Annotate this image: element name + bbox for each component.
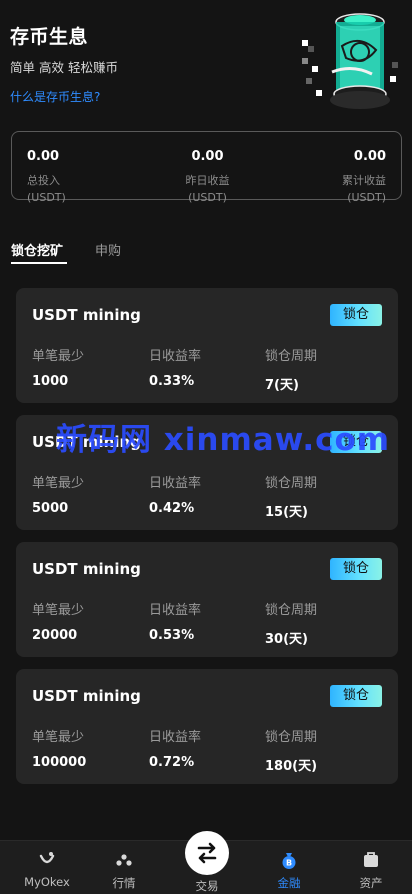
product-title: USDT mining [32, 306, 141, 324]
page-title: 存币生息 [10, 26, 89, 48]
metric-label: 锁仓周期 [265, 349, 318, 364]
help-link[interactable]: 什么是存币生息? [10, 88, 100, 105]
nav-item-finance[interactable]: B 金融 [248, 841, 330, 894]
min-amount: 单笔最少 20000 [32, 599, 84, 643]
metric-label: 锁仓周期 [265, 603, 318, 618]
page-subtitle: 简单 高效 轻松赚币 [10, 60, 118, 75]
product-card[interactable]: USDT mining 锁仓 单笔最少 100000 日收益率 0.72% 锁仓… [16, 669, 398, 784]
nav-label: 金融 [277, 876, 301, 890]
daily-rate: 日收益率 0.33% [149, 345, 201, 389]
min-amount: 单笔最少 5000 [32, 472, 84, 516]
daily-rate: 日收益率 0.53% [149, 599, 201, 643]
lock-period: 锁仓周期 30(天) [265, 599, 317, 647]
metric-label: 日收益率 [149, 730, 202, 745]
daily-rate: 日收益率 0.42% [149, 472, 201, 516]
tab-subscribe[interactable]: 申购 [95, 240, 121, 259]
nav-label: MyOkex [24, 875, 70, 889]
metric-value: 0.53% [149, 628, 195, 643]
metric-value: 0.33% [149, 374, 195, 389]
bottom-nav: MyOkex 行情 交易 B 金融 资产 [0, 831, 412, 894]
earnings-summary-card: 0.00 总投入 (USDT) 0.00 昨日收益 (USDT) 0.00 累计… [11, 131, 402, 204]
metric-label: 锁仓周期 [265, 476, 318, 491]
metric-value: 5000 [32, 501, 69, 516]
summary-unit: (USDT) [347, 191, 386, 204]
metric-value: 1000 [32, 374, 69, 389]
nav-item-assets[interactable]: 资产 [330, 841, 412, 894]
svg-text:B: B [286, 859, 292, 868]
lock-button[interactable]: 锁仓 [330, 558, 382, 580]
daily-rate: 日收益率 0.72% [149, 726, 201, 770]
summary-value: 0.00 [353, 149, 386, 164]
product-card[interactable]: USDT mining 锁仓 单笔最少 20000 日收益率 0.53% 锁仓周… [16, 542, 398, 657]
metric-label: 单笔最少 [32, 476, 85, 491]
min-amount: 单笔最少 100000 [32, 726, 86, 770]
watermark: 新码网 xinmaw.com [56, 422, 391, 458]
metric-value: 0.72% [149, 755, 195, 770]
product-title: USDT mining [32, 687, 141, 705]
nav-label: 行情 [112, 876, 136, 890]
lock-period: 锁仓周期 180(天) [265, 726, 317, 774]
metric-value: 180(天) [265, 759, 318, 774]
active-tab-indicator [11, 262, 67, 264]
lock-button[interactable]: 锁仓 [330, 685, 382, 707]
trade-button[interactable] [185, 831, 229, 875]
product-title: USDT mining [32, 560, 141, 578]
market-icon [116, 854, 132, 866]
metric-label: 单笔最少 [32, 730, 85, 745]
lock-period: 锁仓周期 15(天) [265, 472, 317, 520]
lock-button[interactable]: 锁仓 [330, 304, 382, 326]
nav-item-market[interactable]: 行情 [83, 841, 165, 894]
product-card[interactable]: USDT mining 锁仓 单笔最少 1000 日收益率 0.33% 锁仓周期… [16, 288, 398, 403]
metric-label: 日收益率 [149, 476, 202, 491]
money-bag-icon: B [282, 853, 296, 869]
page-header: 存币生息 简单 高效 轻松赚币 什么是存币生息? [10, 22, 310, 105]
metric-value: 100000 [32, 755, 87, 770]
swap-arrows-icon [197, 842, 217, 864]
okex-logo-icon [39, 852, 55, 864]
metric-value: 7(天) [265, 378, 299, 393]
metric-label: 单笔最少 [32, 349, 85, 364]
metric-value: 30(天) [265, 632, 308, 647]
hero-illustration [302, 13, 398, 109]
metric-value: 0.42% [149, 501, 195, 516]
metric-label: 日收益率 [149, 603, 202, 618]
metric-label: 单笔最少 [32, 603, 85, 618]
tab-lock-mining[interactable]: 锁仓挖矿 [11, 240, 63, 259]
metric-value: 15(天) [265, 505, 308, 520]
cumulative-earnings: 0.00 累计收益 (USDT) [342, 149, 386, 204]
metric-label: 日收益率 [149, 349, 202, 364]
lock-period: 锁仓周期 7(天) [265, 345, 317, 393]
wallet-icon [364, 852, 378, 867]
tab-bar: 锁仓挖矿 申购 [11, 240, 401, 266]
min-amount: 单笔最少 1000 [32, 345, 84, 389]
nav-item-myokex[interactable]: MyOkex [6, 841, 88, 894]
nav-label: 资产 [359, 876, 383, 890]
metric-label: 锁仓周期 [265, 730, 318, 745]
nav-label-trade: 交易 [195, 879, 219, 893]
metric-value: 20000 [32, 628, 78, 643]
summary-label: 累计收益 [342, 174, 386, 187]
